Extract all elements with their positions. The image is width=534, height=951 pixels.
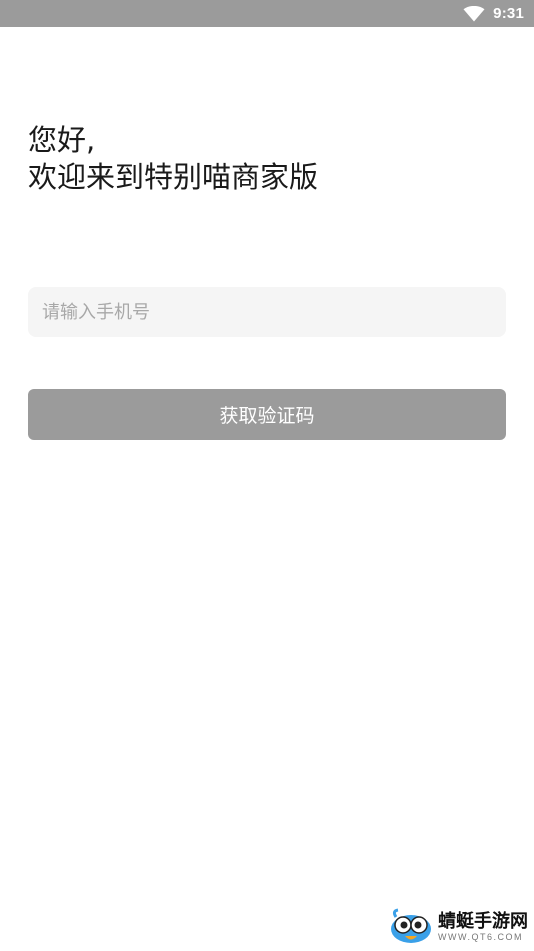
phone-input-container — [28, 287, 506, 337]
dragonfly-logo-icon — [388, 907, 434, 947]
status-time: 9:31 — [493, 5, 524, 22]
greeting-line-welcome: 欢迎来到特别喵商家版 — [28, 160, 319, 194]
wifi-icon — [463, 5, 485, 22]
greeting: 您好, 欢迎来到特别喵商家版 — [28, 122, 318, 196]
watermark-url: WWW.QT6.COM — [438, 931, 523, 942]
watermark: 蜻蜓手游网 WWW.QT6.COM — [388, 907, 528, 947]
status-bar: 9:31 — [0, 0, 534, 27]
greeting-line-hello: 您好, — [28, 123, 96, 157]
get-verification-code-button[interactable]: 获取验证码 — [28, 389, 506, 440]
phone-input[interactable] — [40, 300, 494, 324]
watermark-name: 蜻蜓手游网 — [438, 910, 528, 932]
